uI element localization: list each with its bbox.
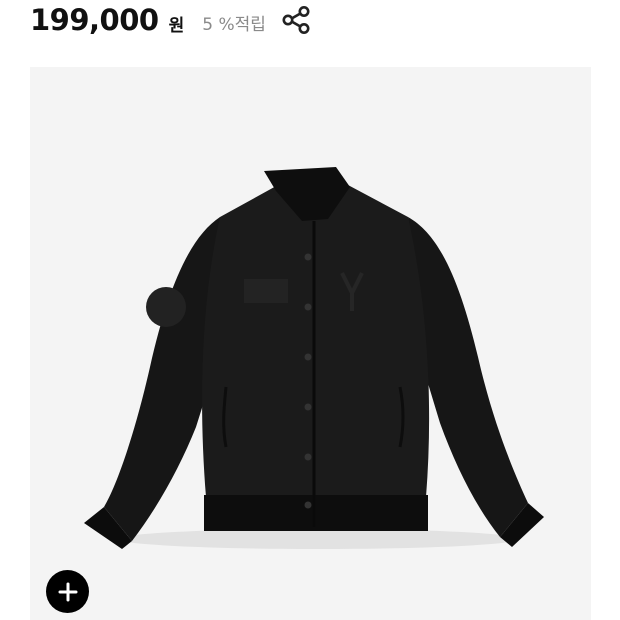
share-icon <box>282 6 310 34</box>
price-row: 199,000 원 5 %적립 <box>30 0 312 40</box>
share-button[interactable] <box>280 4 312 36</box>
price-currency-unit: 원 <box>168 15 185 36</box>
product-image-frame <box>30 67 591 620</box>
product-image-jacket[interactable] <box>30 67 591 620</box>
reward-points-label: 5 %적립 <box>202 14 266 35</box>
expand-plus-button[interactable] <box>46 570 89 613</box>
plus-icon <box>58 582 77 601</box>
price-amount: 199,000 <box>30 3 159 37</box>
